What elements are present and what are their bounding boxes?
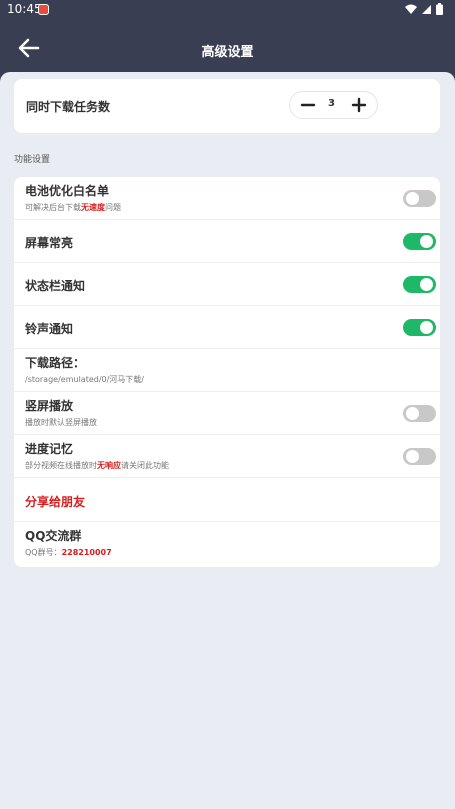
battery-whitelist-title: 电池优化白名单 [25,184,110,198]
status-notify-title: 状态栏通知 [25,279,86,293]
minus-icon[interactable] [300,97,316,113]
desc-text: 问题 [105,203,121,212]
portrait-play-title: 竖屏播放 [25,399,74,413]
download-tasks-label: 同时下载任务数 [26,100,111,114]
progress-memory-toggle[interactable] [403,448,436,465]
screen-on-row[interactable]: 屏幕常亮 [14,220,440,263]
toggle-knob [420,321,433,334]
toggle-knob [420,278,433,291]
ring-notify-title: 铃声通知 [25,322,74,336]
notification-app-icon [38,4,49,15]
qq-group-row[interactable]: QQ交流群 QQ群号：228210007 [14,522,440,565]
share-row[interactable]: 分享给朋友 [14,479,440,522]
status-notify-row[interactable]: 状态栏通知 [14,263,440,306]
desc-text: 可解决后台下载 [25,203,81,212]
qq-group-title: QQ交流群 [25,529,82,543]
screen-on-toggle[interactable] [403,233,436,250]
download-tasks-card: 同时下载任务数 3 [14,79,440,133]
status-bar: 10:45 [0,0,455,20]
qq-group-number: 228210007 [61,548,112,557]
portrait-play-row[interactable]: 竖屏播放 播放时默认竖屏播放 [14,392,440,435]
battery-whitelist-row[interactable]: 电池优化白名单 可解决后台下载无速度问题 [14,177,440,220]
page-title: 高级设置 [201,45,254,60]
portrait-play-desc: 播放时默认竖屏播放 [25,418,97,427]
desc-text: 部分视频在线播放时 [25,461,97,470]
toggle-knob [406,407,419,420]
ring-notify-row[interactable]: 铃声通知 [14,306,440,349]
download-path-row[interactable]: 下载路径： /storage/emulated/0/河马下载/ [14,349,440,392]
section-title: 功能设置 [14,155,51,165]
portrait-play-toggle[interactable] [403,405,436,422]
progress-memory-row[interactable]: 进度记忆 部分视频在线播放时无响应请关闭此功能 [14,435,440,478]
toggle-knob [420,235,433,248]
plus-icon[interactable] [351,97,367,113]
share-to-friends-link: 分享给朋友 [25,495,86,509]
battery-whitelist-toggle[interactable] [403,190,436,207]
screen-on-title: 屏幕常亮 [25,236,74,250]
status-time: 10:45 [7,2,42,16]
battery-icon [436,3,443,15]
app-header: 10:45 高级设置 [0,0,455,82]
status-icons [405,3,443,15]
progress-memory-desc: 部分视频在线播放时无响应请关闭此功能 [25,460,169,471]
desc-highlight: 无响应 [97,461,121,470]
download-path-title: 下载路径： [25,356,86,370]
battery-whitelist-desc: 可解决后台下载无速度问题 [25,202,121,213]
download-path-value: /storage/emulated/0/河马下载/ [25,375,145,384]
toggle-knob [406,450,419,463]
qq-group-info: QQ群号：228210007 [25,547,112,558]
wifi-icon [405,4,417,14]
toggle-knob [406,192,419,205]
task-count-value: 3 [328,98,335,109]
status-notify-toggle[interactable] [403,276,436,293]
desc-text: 请关闭此功能 [121,461,169,470]
signal-icon [422,4,431,14]
settings-list: 电池优化白名单 可解决后台下载无速度问题 屏幕常亮 状态栏通知 铃声通知 下载路… [14,177,440,567]
task-count-stepper: 3 [289,91,378,119]
ring-notify-toggle[interactable] [403,319,436,336]
progress-memory-title: 进度记忆 [25,442,74,456]
qq-group-label: QQ群号： [25,548,62,557]
desc-highlight: 无速度 [81,203,105,212]
